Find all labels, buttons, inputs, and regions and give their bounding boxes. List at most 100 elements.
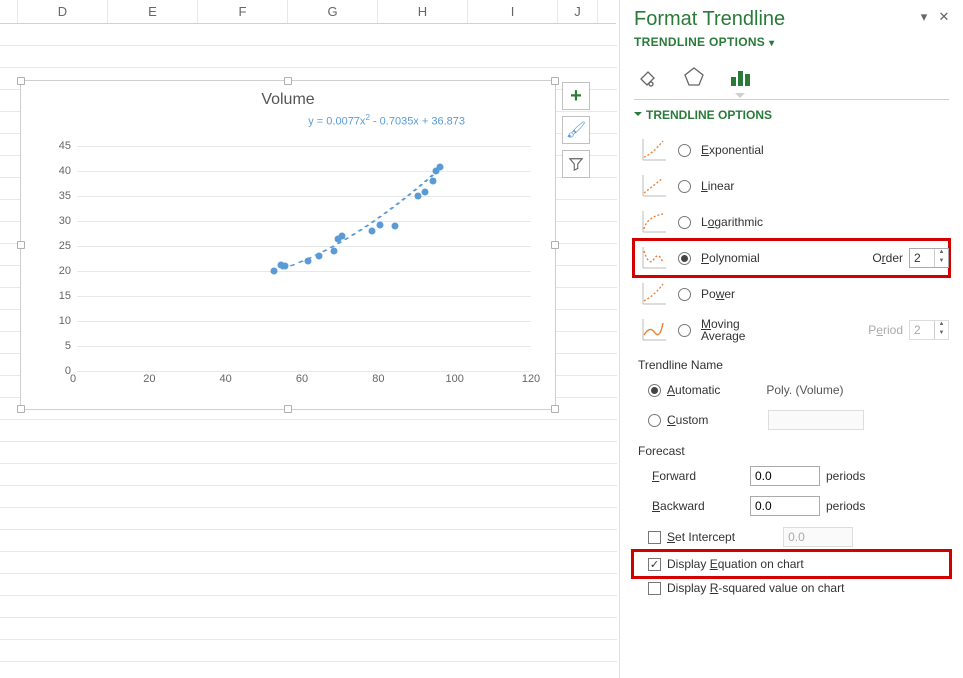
polynomial-icon: [640, 244, 668, 272]
embedded-chart[interactable]: Volume y = 0.0077x2 - 0.7035x + 36.873 4…: [20, 80, 556, 410]
spin-up-icon[interactable]: ▲: [935, 249, 948, 258]
data-point[interactable]: [316, 253, 323, 260]
fill-line-tab[interactable]: [634, 63, 662, 91]
move-pane-icon[interactable]: ▾: [917, 10, 931, 24]
moving-avg-icon: [640, 316, 668, 344]
resize-handle[interactable]: [284, 77, 292, 85]
display-equation-row[interactable]: Display Equation on chart: [634, 552, 949, 576]
data-point[interactable]: [369, 228, 376, 235]
resize-handle[interactable]: [551, 241, 559, 249]
option-label: MovingAverage: [701, 318, 745, 342]
col-header[interactable]: E: [108, 0, 198, 23]
chart-filter-button[interactable]: [562, 150, 590, 178]
data-point[interactable]: [376, 221, 383, 228]
radio[interactable]: [678, 180, 691, 193]
rowhead-blank: [0, 0, 18, 23]
effects-tab[interactable]: [680, 63, 708, 91]
periods-label: periods: [826, 499, 865, 513]
backward-label: Backward: [634, 499, 744, 513]
col-header[interactable]: I: [468, 0, 558, 23]
checkbox[interactable]: [648, 582, 661, 595]
col-header[interactable]: F: [198, 0, 288, 23]
option-label: Power: [701, 287, 735, 301]
forecast-header: Forecast: [638, 444, 949, 458]
data-point[interactable]: [331, 248, 338, 255]
display-equation-label: Display Equation on chart: [667, 557, 804, 571]
resize-handle[interactable]: [17, 241, 25, 249]
col-header[interactable]: H: [378, 0, 468, 23]
forward-label: Forward: [634, 469, 744, 483]
spreadsheet: D E F G H I J Volume y = 0.0077x2 - 0.70…: [0, 0, 617, 678]
data-point[interactable]: [429, 178, 436, 185]
option-power[interactable]: Power: [634, 276, 949, 312]
resize-handle[interactable]: [284, 405, 292, 413]
radio[interactable]: [678, 144, 691, 157]
section-header[interactable]: TRENDLINE OPTIONS: [634, 108, 949, 122]
data-point[interactable]: [270, 268, 277, 275]
chart-elements-button[interactable]: +: [562, 82, 590, 110]
data-point[interactable]: [422, 189, 429, 196]
set-intercept-row[interactable]: Set Intercept: [634, 522, 949, 552]
trendline-name-header: Trendline Name: [638, 358, 949, 372]
trendline-options-tab[interactable]: [726, 63, 754, 91]
col-header[interactable]: J: [558, 0, 598, 23]
resize-handle[interactable]: [551, 77, 559, 85]
radio[interactable]: [678, 216, 691, 229]
display-r2-row[interactable]: Display R-squared value on chart: [634, 576, 949, 600]
spin-down-icon[interactable]: ▼: [935, 258, 948, 267]
pane-subtitle[interactable]: TRENDLINE OPTIONS▾: [634, 35, 949, 49]
radio[interactable]: [678, 288, 691, 301]
option-label: Exponential: [701, 143, 764, 157]
data-point[interactable]: [437, 164, 444, 171]
plus-icon: +: [570, 85, 582, 108]
pentagon-icon: [682, 65, 706, 89]
brush-icon: 🖌: [566, 120, 586, 140]
col-header[interactable]: D: [18, 0, 108, 23]
data-point[interactable]: [338, 233, 345, 240]
checkbox[interactable]: [648, 531, 661, 544]
close-pane-icon[interactable]: ✕: [937, 10, 951, 24]
period-spinner: 2▲▼: [909, 320, 949, 340]
radio[interactable]: [678, 324, 691, 337]
option-logarithmic[interactable]: Logarithmic: [634, 204, 949, 240]
option-exponential[interactable]: Exponential: [634, 132, 949, 168]
order-label: Order: [872, 251, 903, 265]
automatic-value: Poly. (Volume): [766, 383, 843, 397]
collapse-icon: [634, 112, 642, 120]
data-point[interactable]: [304, 258, 311, 265]
data-point[interactable]: [414, 193, 421, 200]
option-moving-average[interactable]: MovingAverage Period 2▲▼: [634, 312, 949, 348]
period-label: Period: [868, 323, 903, 337]
resize-handle[interactable]: [17, 405, 25, 413]
radio-automatic[interactable]: [648, 384, 661, 397]
forward-input[interactable]: [750, 466, 820, 486]
resize-handle[interactable]: [551, 405, 559, 413]
periods-label: periods: [826, 469, 865, 483]
x-axis[interactable]: 0 20 40 60 80 100 120: [73, 373, 531, 393]
pane-controls: ▾ ✕: [917, 10, 951, 24]
y-axis[interactable]: 45 40 35 30 25 20 15 10 5 0: [51, 146, 73, 371]
custom-label: Custom: [667, 413, 708, 427]
backward-input[interactable]: [750, 496, 820, 516]
chart-title[interactable]: Volume: [21, 81, 555, 113]
funnel-icon: [569, 157, 583, 171]
chart-styles-button[interactable]: 🖌: [562, 116, 590, 144]
resize-handle[interactable]: [17, 77, 25, 85]
option-polynomial[interactable]: Polynomial Order 2▲▼: [634, 240, 949, 276]
bar-chart-icon: [728, 65, 752, 89]
option-linear[interactable]: Linear: [634, 168, 949, 204]
plot-inner: [77, 146, 531, 371]
pane-tabs: [634, 61, 949, 100]
radio-custom[interactable]: [648, 414, 661, 427]
checkbox[interactable]: [648, 558, 661, 571]
dropdown-icon: ▾: [769, 38, 774, 49]
data-point[interactable]: [391, 223, 398, 230]
radio[interactable]: [678, 252, 691, 265]
data-point[interactable]: [282, 263, 289, 270]
set-intercept-label: Set Intercept: [667, 530, 735, 544]
custom-name-input[interactable]: [768, 410, 864, 430]
col-header[interactable]: G: [288, 0, 378, 23]
order-spinner[interactable]: 2▲▼: [909, 248, 949, 268]
linear-icon: [640, 172, 668, 200]
trendline-equation[interactable]: y = 0.0077x2 - 0.7035x + 36.873: [21, 113, 555, 128]
